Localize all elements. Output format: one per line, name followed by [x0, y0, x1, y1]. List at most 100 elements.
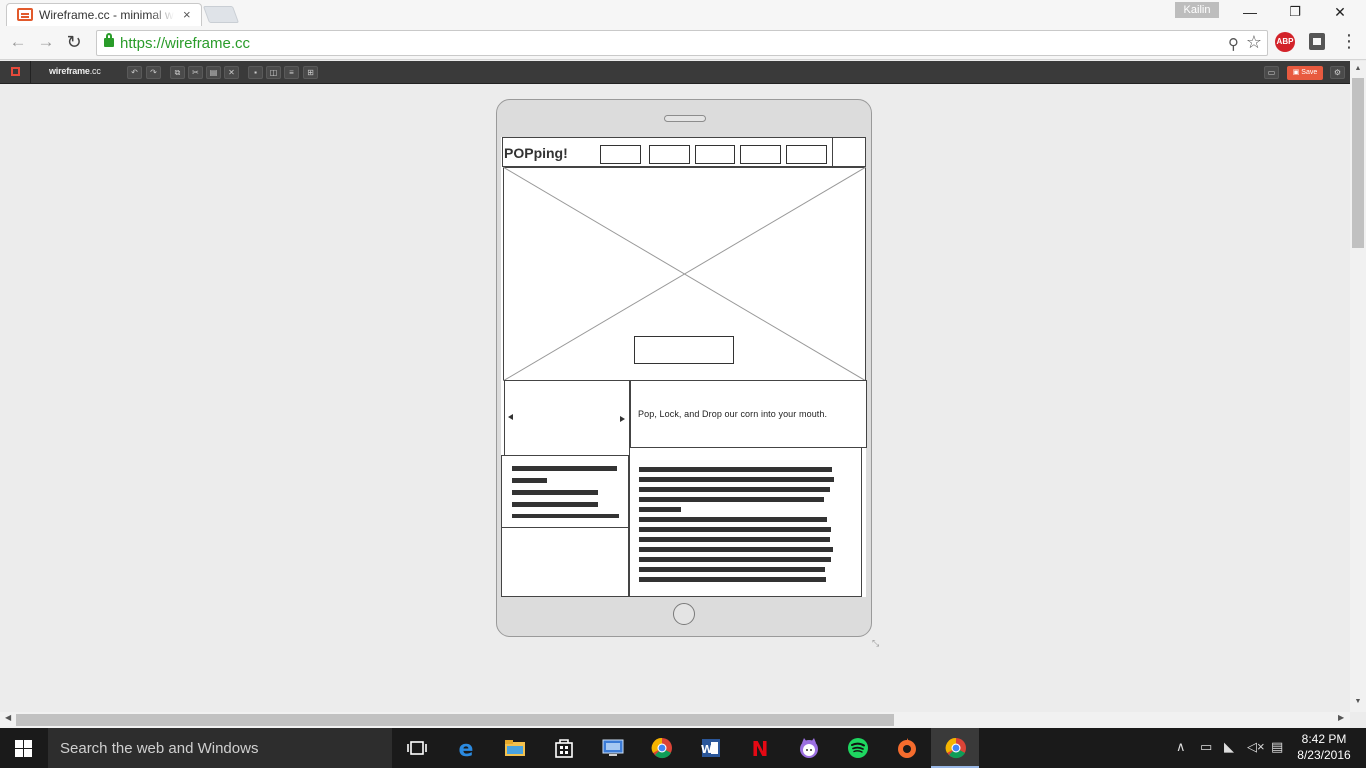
- app-brand-name: wireframe: [49, 66, 90, 76]
- wf-nav-item[interactable]: [740, 145, 781, 164]
- app-logo-icon[interactable]: [11, 67, 20, 76]
- extension-icon[interactable]: [1309, 33, 1325, 50]
- word-icon: W: [701, 739, 720, 757]
- notifications-icon[interactable]: ▤: [1271, 739, 1283, 755]
- bookmark-star-icon[interactable]: ☆: [1246, 32, 1262, 53]
- toolbar-divider: [30, 61, 31, 84]
- adblock-plus-icon[interactable]: ABP: [1275, 32, 1295, 52]
- app-brand: wireframe.cc: [49, 66, 101, 76]
- browser-tab-wireframe[interactable]: Wireframe.cc - minimal wireframing tool …: [6, 3, 202, 26]
- tab-close-icon[interactable]: ×: [183, 7, 191, 22]
- taskbar-remote-desktop[interactable]: [588, 728, 636, 768]
- svg-text:e: e: [459, 737, 474, 759]
- edge-icon: e: [459, 737, 474, 759]
- browser-titlebar: Wireframe.cc - minimal wireframing tool …: [0, 0, 1366, 26]
- wf-text-line: [639, 517, 827, 522]
- wf-left-empty-block[interactable]: [501, 527, 629, 597]
- close-window-button[interactable]: ✕: [1322, 2, 1358, 22]
- netflix-icon: N: [752, 737, 769, 759]
- task-view-button[interactable]: [392, 728, 440, 768]
- save-label: Save: [1301, 69, 1318, 76]
- wf-caption-text[interactable]: Pop, Lock, and Drop our corn into your m…: [638, 409, 827, 419]
- reload-button[interactable]: ↻: [64, 32, 84, 52]
- taskbar-github[interactable]: [784, 728, 832, 768]
- windows-start-icon[interactable]: [15, 740, 32, 757]
- store-icon: [555, 739, 573, 758]
- wf-logo-text[interactable]: POPping!: [504, 145, 568, 161]
- carousel-prev-icon[interactable]: [508, 414, 513, 420]
- arrange-icon[interactable]: ◫: [266, 66, 281, 79]
- taskbar-clock[interactable]: 8:42 PM 8/23/2016: [1296, 731, 1352, 763]
- wf-text-line: [639, 507, 681, 512]
- github-cat-icon: [800, 738, 818, 758]
- cut-icon[interactable]: ✂: [188, 66, 203, 79]
- minimize-button[interactable]: —: [1232, 2, 1268, 22]
- tablet-home-button: [673, 603, 695, 625]
- taskbar-netflix[interactable]: N: [735, 728, 783, 768]
- remote-desktop-icon: [602, 739, 624, 756]
- zoom-icon[interactable]: ⚲: [1228, 35, 1239, 53]
- settings-icon[interactable]: ⚙: [1330, 66, 1345, 79]
- taskbar-chrome-active[interactable]: [931, 728, 979, 768]
- taskbar-store[interactable]: [539, 728, 587, 768]
- new-tab-button[interactable]: [202, 6, 240, 23]
- scroll-down-icon[interactable]: ▼: [1350, 698, 1366, 705]
- copy-icon[interactable]: ⧉: [170, 66, 185, 79]
- volume-muted-icon[interactable]: ◁×: [1247, 739, 1265, 755]
- scroll-right-icon[interactable]: ▶: [1338, 713, 1344, 722]
- wf-nav-item[interactable]: [600, 145, 641, 164]
- taskbar-word[interactable]: W: [686, 728, 734, 768]
- wf-text-line: [512, 466, 617, 471]
- restore-button[interactable]: ❐: [1277, 2, 1313, 22]
- wf-nav-item[interactable]: [786, 145, 827, 164]
- wf-text-line: [639, 557, 831, 562]
- wf-text-line: [512, 514, 619, 518]
- tablet-speaker: [664, 115, 706, 122]
- lock-element-icon[interactable]: ▪: [248, 66, 263, 79]
- paste-icon[interactable]: ▤: [206, 66, 221, 79]
- chrome-menu-icon[interactable]: ⋮: [1340, 31, 1358, 52]
- taskbar-chrome[interactable]: [637, 728, 685, 768]
- grid-icon[interactable]: ⊞: [303, 66, 318, 79]
- save-button[interactable]: ▣ Save: [1287, 66, 1323, 80]
- wf-nav-item[interactable]: [649, 145, 690, 164]
- forward-button[interactable]: →: [36, 32, 56, 52]
- taskbar-spotify[interactable]: [833, 728, 881, 768]
- url-text: https://wireframe.cc: [120, 35, 251, 52]
- wf-carousel[interactable]: [504, 380, 630, 456]
- wf-text-line: [639, 547, 833, 552]
- address-bar[interactable]: https://wireframe.cc ⚲ ☆: [96, 30, 1268, 56]
- clock-time: 8:42 PM: [1301, 732, 1347, 746]
- delete-icon[interactable]: ✕: [224, 66, 239, 79]
- profile-button[interactable]: Kailin: [1175, 2, 1219, 18]
- canvas-resize-icon[interactable]: ⤡: [872, 638, 879, 649]
- undo-icon[interactable]: ↶: [127, 66, 142, 79]
- wf-text-line: [512, 478, 547, 483]
- taskbar-file-explorer[interactable]: [490, 728, 538, 768]
- wifi-icon[interactable]: ◣: [1224, 739, 1234, 755]
- carousel-next-icon[interactable]: [620, 416, 625, 422]
- vertical-scroll-thumb[interactable]: [1352, 78, 1364, 248]
- wf-text-box-divider: [630, 380, 634, 448]
- redo-icon[interactable]: ↷: [146, 66, 161, 79]
- wf-nav-item[interactable]: [695, 145, 735, 164]
- svg-text:N: N: [752, 737, 769, 759]
- lock-icon[interactable]: [104, 33, 114, 47]
- scroll-up-icon[interactable]: ▲: [1350, 65, 1366, 72]
- horizontal-scroll-thumb[interactable]: [16, 714, 894, 726]
- wf-hero-button[interactable]: [634, 336, 734, 364]
- taskbar-search-placeholder[interactable]: Search the web and Windows: [60, 740, 258, 757]
- wf-text-line: [639, 477, 834, 482]
- comment-icon[interactable]: ▭: [1264, 66, 1279, 79]
- back-button[interactable]: ←: [8, 32, 28, 52]
- wf-text-line: [512, 490, 598, 495]
- show-hidden-icons-icon[interactable]: ∧: [1176, 739, 1186, 755]
- origin-icon: [898, 738, 916, 758]
- align-icon[interactable]: ≡: [284, 66, 299, 79]
- wf-header-corner[interactable]: [832, 137, 866, 167]
- scroll-left-icon[interactable]: ◀: [5, 713, 11, 722]
- taskbar-edge[interactable]: e: [441, 728, 489, 768]
- taskbar-origin[interactable]: [882, 728, 930, 768]
- wf-text-line: [639, 577, 826, 582]
- battery-icon[interactable]: ▭: [1200, 739, 1212, 755]
